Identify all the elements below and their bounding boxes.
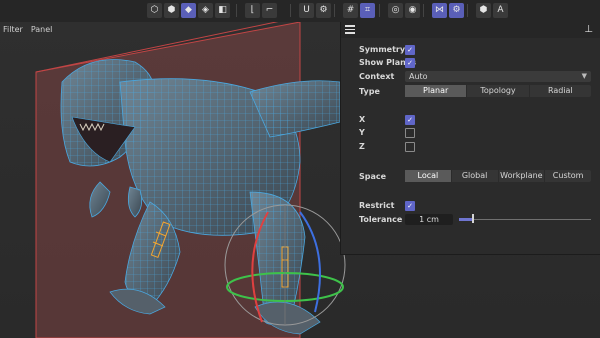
pin-icon[interactable]: ⊥ <box>584 24 593 35</box>
space-option-custom[interactable]: Custom <box>545 170 591 182</box>
type-option-topology[interactable]: Topology <box>467 85 530 97</box>
space-option-workplane[interactable]: Workplane <box>499 170 546 182</box>
model-mode-icon[interactable]: ⬡ <box>147 3 162 18</box>
symmetry-checkbox[interactable]: ✓ <box>405 45 415 55</box>
snap-settings-icon[interactable]: ⚙ <box>316 3 331 18</box>
toolbar-separator <box>379 4 380 17</box>
type-option-radial[interactable]: Radial <box>530 85 591 97</box>
tolerance-slider-handle[interactable] <box>472 214 475 223</box>
tolerance-label: Tolerance <box>359 215 403 224</box>
top-toolbar: ⬡ ⬢ ◆ ◈ ◧ ⌊ ⌐ U ⚙ # ⌗ ◎ ◉ ⋈ ⚙ ⬢ A <box>0 0 600 23</box>
restrict-label: Restrict <box>359 201 395 210</box>
context-value: Auto <box>409 72 428 81</box>
menu-icon[interactable] <box>345 25 355 35</box>
tolerance-slider-fill <box>459 218 473 221</box>
symmetry-label: Symmetry <box>359 45 406 54</box>
context-dropdown[interactable]: Auto ▼ <box>405 71 591 82</box>
polygons-mode-icon[interactable]: ◧ <box>215 3 230 18</box>
toolbar-separator <box>236 4 237 17</box>
y-label: Y <box>359 128 365 137</box>
render-icon[interactable]: A <box>493 3 508 18</box>
toolbar-separator <box>467 4 468 17</box>
z-checkbox[interactable] <box>405 142 415 152</box>
locked-workplane-icon[interactable]: ⌗ <box>360 3 375 18</box>
chevron-down-icon: ▼ <box>581 72 587 80</box>
soft-selection-icon[interactable]: ◎ <box>388 3 403 18</box>
toolbar-separator <box>334 4 335 17</box>
type-segmented-control: Planar Topology Radial <box>405 85 591 97</box>
toolbar-separator <box>290 4 291 17</box>
panel-header: ⊥ <box>341 22 600 38</box>
axis-mode-icon[interactable]: ⌊ <box>245 3 260 18</box>
edges-mode-icon[interactable]: ◈ <box>198 3 213 18</box>
symmetry-settings-icon[interactable]: ⚙ <box>449 3 464 18</box>
space-segmented-control: Local Global Workplane Custom <box>405 170 591 182</box>
y-checkbox[interactable] <box>405 128 415 138</box>
tolerance-input[interactable]: 1 cm <box>405 214 453 225</box>
workplane-icon[interactable]: # <box>343 3 358 18</box>
x-label: X <box>359 115 366 124</box>
object-mode-icon[interactable]: ⬢ <box>164 3 179 18</box>
restrict-checkbox[interactable]: ✓ <box>405 201 415 211</box>
symmetry-icon[interactable]: ⋈ <box>432 3 447 18</box>
space-option-local[interactable]: Local <box>405 170 452 182</box>
toolbar-separator <box>423 4 424 17</box>
points-mode-icon[interactable]: ◆ <box>181 3 196 18</box>
type-label: Type <box>359 87 380 96</box>
render-settings-icon[interactable]: ⬢ <box>476 3 491 18</box>
viewport-solo-icon[interactable]: ◉ <box>405 3 420 18</box>
context-label: Context <box>359 72 395 81</box>
space-option-global[interactable]: Global <box>452 170 499 182</box>
symmetry-attributes-panel: ⊥ Symmetry ✓ Show Planes ✓ Context Auto … <box>340 22 600 255</box>
type-option-planar[interactable]: Planar <box>405 85 468 97</box>
x-checkbox[interactable]: ✓ <box>405 115 415 125</box>
show-planes-checkbox[interactable]: ✓ <box>405 58 415 68</box>
snap-icon[interactable]: U <box>299 3 314 18</box>
tolerance-slider-track[interactable] <box>459 219 591 220</box>
z-label: Z <box>359 142 365 151</box>
space-label: Space <box>359 172 387 181</box>
uv-mode-icon[interactable]: ⌐ <box>262 3 277 18</box>
